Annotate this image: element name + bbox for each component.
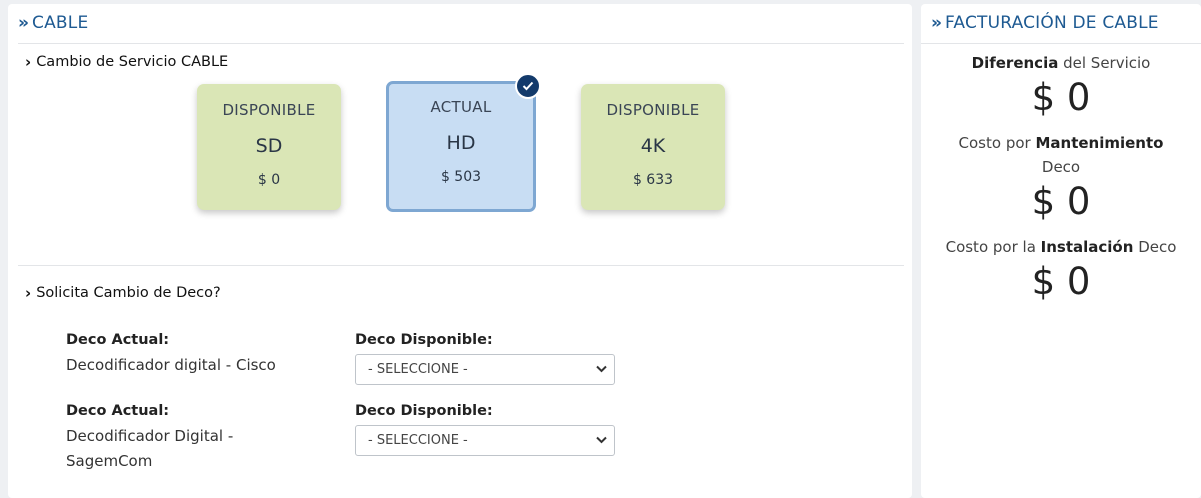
deco-installation-label: Costo por la Instalación Deco	[921, 235, 1201, 259]
billing-panel-title-text: FACTURACIÓN DE CABLE	[945, 13, 1159, 33]
check-icon	[515, 73, 541, 99]
select-value: - SELECCIONE -	[368, 362, 468, 377]
plan-price: $ 503	[440, 169, 482, 185]
deco-available-label: Deco Disponible:	[355, 332, 493, 348]
deco-maintenance-amount: $ 0	[1031, 180, 1091, 223]
deco-change-title: › Solicita Cambio de Deco?	[25, 284, 221, 302]
deco-current-value-line: Decodificador Digital -	[66, 427, 234, 445]
deco-current-value-line: Decodificador digital - Cisco	[66, 356, 276, 374]
plan-name: HD	[446, 132, 476, 154]
plan-card-hd[interactable]: ACTUAL HD $ 503	[386, 73, 541, 212]
deco-installation-amount: $ 0	[1031, 260, 1091, 303]
label-bold: Mantenimiento	[1035, 134, 1164, 152]
deco-current-value-line: SagemCom	[66, 452, 153, 470]
chevron-down-icon	[596, 436, 607, 444]
label-rest: del Servicio	[1058, 54, 1151, 72]
chevron-right-icon: ›	[25, 284, 32, 302]
divider	[18, 265, 904, 266]
plan-card-4k[interactable]: DISPONIBLE 4K $ 633	[581, 84, 725, 210]
billing-panel: ›› FACTURACIÓN DE CABLE Diferencia del S…	[921, 4, 1201, 498]
service-change-title: › Cambio de Servicio CABLE	[25, 53, 228, 71]
label-rest: Deco	[1133, 238, 1177, 256]
divider	[18, 43, 904, 44]
label-line2: Deco	[1041, 158, 1081, 176]
plan-price: $ 0	[257, 172, 281, 188]
double-chevron-right-icon: ››	[18, 13, 29, 33]
service-difference-label: Diferencia del Servicio	[921, 51, 1201, 75]
deco-available-select[interactable]: - SELECCIONE -	[355, 354, 615, 385]
billing-panel-title: ›› FACTURACIÓN DE CABLE	[931, 13, 1159, 33]
divider	[921, 43, 1201, 44]
cable-panel-title-text: CABLE	[32, 13, 89, 33]
deco-current-value: Decodificador digital - Cisco	[66, 353, 276, 378]
label-bold: Diferencia	[971, 54, 1059, 72]
deco-maintenance-label: Costo por Mantenimiento Deco	[921, 131, 1201, 179]
chevron-right-icon: ›	[25, 53, 32, 71]
plan-name: 4K	[640, 135, 666, 157]
plan-status: DISPONIBLE	[222, 101, 316, 119]
service-change-title-text: Cambio de Servicio CABLE	[36, 54, 229, 70]
select-value: - SELECCIONE -	[368, 433, 468, 448]
plan-name: SD	[255, 135, 283, 157]
cable-panel: ›› CABLE › Cambio de Servicio CABLE DISP…	[8, 4, 912, 498]
label-pre: Costo por	[958, 134, 1036, 152]
deco-available-select[interactable]: - SELECCIONE -	[355, 425, 615, 456]
plan-price: $ 633	[632, 172, 674, 188]
plan-card-sd[interactable]: DISPONIBLE SD $ 0	[197, 84, 341, 210]
label-pre: Costo por la	[945, 238, 1041, 256]
deco-current-label: Deco Actual:	[66, 403, 170, 419]
service-difference-amount: $ 0	[1031, 76, 1091, 119]
deco-available-label: Deco Disponible:	[355, 403, 493, 419]
deco-current-value: Decodificador Digital - SagemCom	[66, 424, 233, 474]
cable-panel-title: ›› CABLE	[18, 13, 88, 33]
chevron-down-icon	[596, 365, 607, 373]
plan-status: ACTUAL	[430, 98, 492, 116]
label-bold: Instalación	[1040, 238, 1134, 256]
double-chevron-right-icon: ››	[931, 13, 942, 33]
deco-change-title-text: Solicita Cambio de Deco?	[36, 285, 221, 301]
plan-status: DISPONIBLE	[606, 101, 700, 119]
deco-current-label: Deco Actual:	[66, 332, 170, 348]
